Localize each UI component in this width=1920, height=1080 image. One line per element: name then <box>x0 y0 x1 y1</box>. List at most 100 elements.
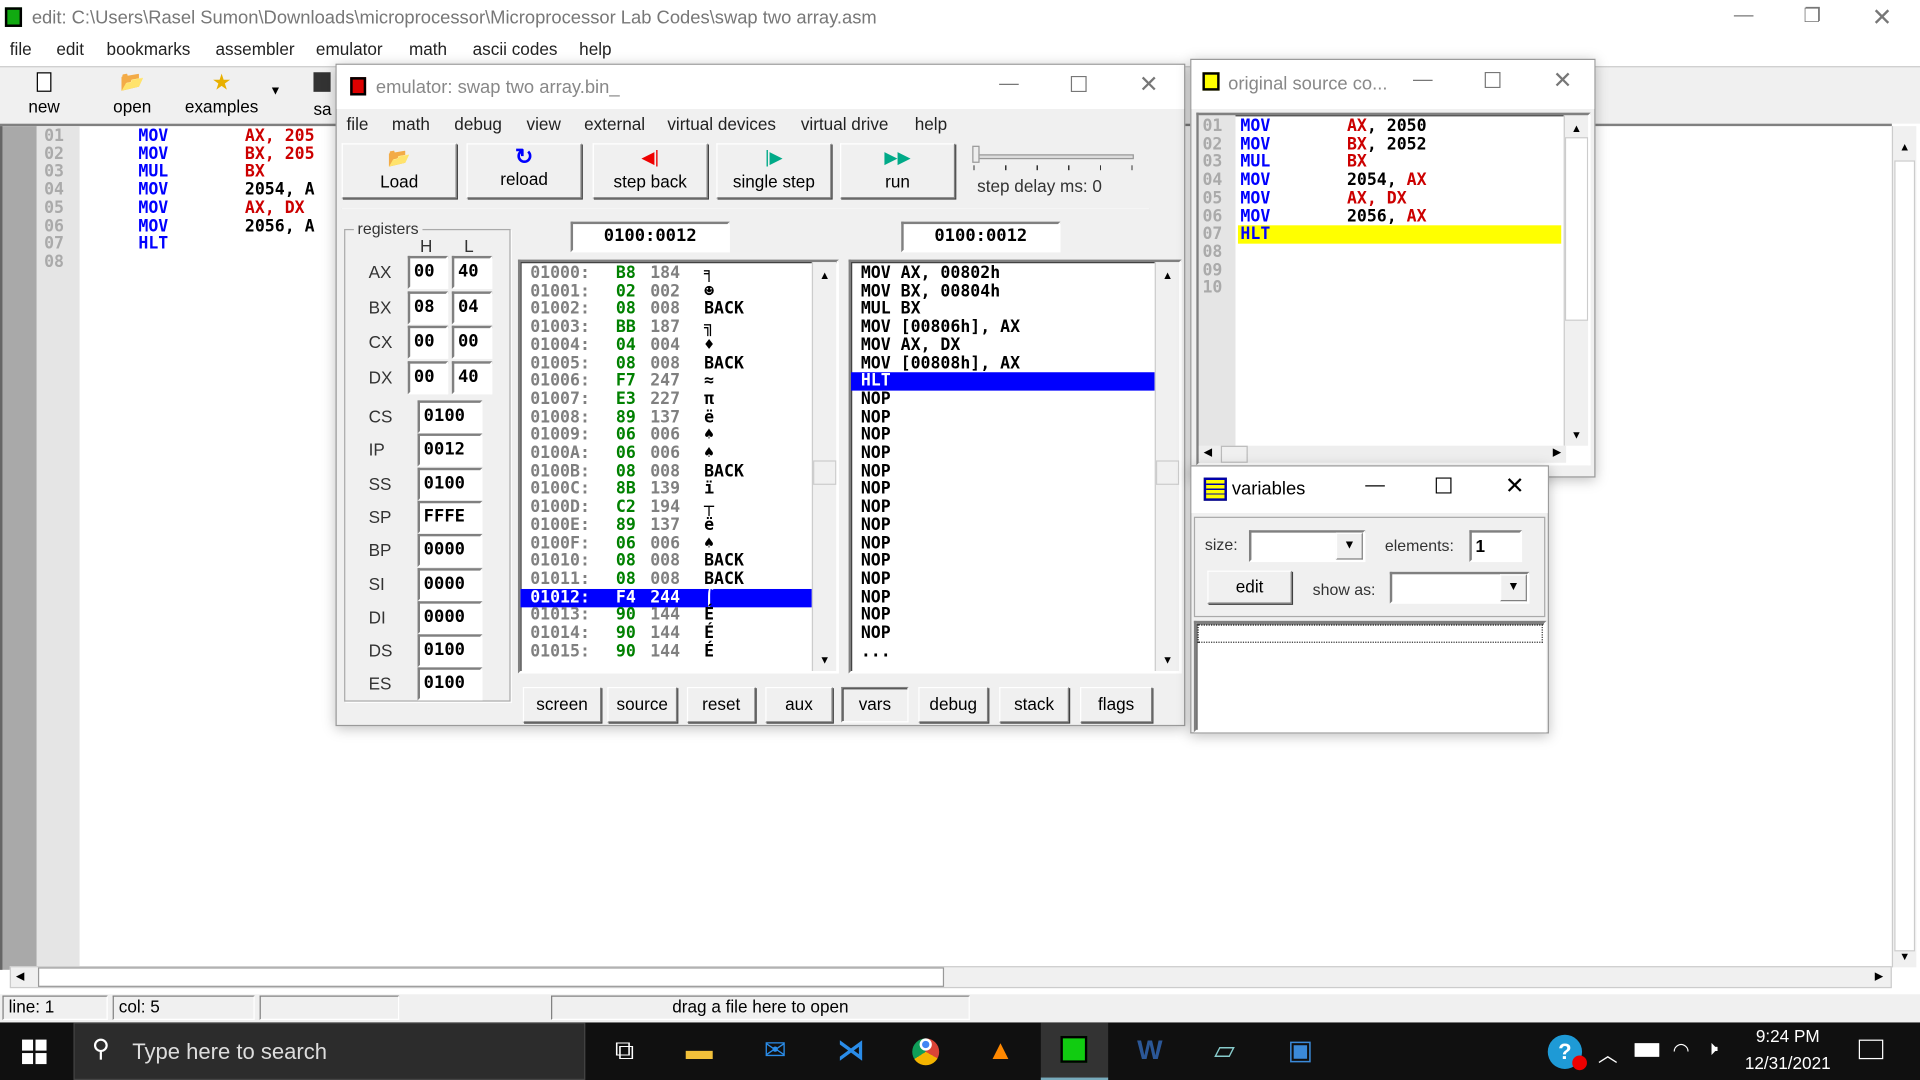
bottom-button-source[interactable]: source <box>607 686 678 723</box>
disasm-row[interactable]: MOV [00806h], AX <box>851 318 1155 336</box>
bottom-button-reset[interactable]: reset <box>686 686 756 723</box>
photos-icon[interactable]: ▣ <box>1280 1031 1322 1070</box>
taskbar-search-box[interactable]: ⚲ Type here to search <box>73 1022 586 1080</box>
notification-center-icon[interactable] <box>1858 1039 1884 1060</box>
memory-row[interactable]: 01015: 90 144 É <box>520 642 811 660</box>
editor-vertical-scrollbar[interactable]: ▲ ▼ <box>1891 126 1917 968</box>
source-close-button[interactable]: ✕ <box>1550 67 1574 95</box>
step-delay-slider[interactable] <box>972 145 1134 163</box>
menu-emulator[interactable]: emulator <box>316 39 383 59</box>
close-button[interactable]: ✕ <box>1870 2 1894 33</box>
disasm-row[interactable]: NOP <box>851 606 1155 624</box>
bottom-button-debug[interactable]: debug <box>918 686 989 723</box>
menu-ascii-codes[interactable]: ascii codes <box>473 39 558 59</box>
memory-row[interactable]: 0100A: 06 006 ♠ <box>520 444 811 462</box>
variables-maximize-button[interactable]: ☐ <box>1431 474 1455 500</box>
memory-address-field[interactable]: 0100:0012 <box>570 221 730 253</box>
disasm-row[interactable]: NOP <box>851 588 1155 606</box>
menu-help[interactable]: help <box>579 39 611 59</box>
word-icon[interactable]: W <box>1129 1031 1171 1070</box>
disasm-row[interactable]: NOP <box>851 516 1155 534</box>
battery-icon[interactable] <box>1634 1043 1660 1057</box>
load-button[interactable]: 📂 Load <box>341 143 457 199</box>
open-button[interactable]: 📂 open <box>105 70 159 116</box>
disasm-row[interactable]: MOV BX, 00804h <box>851 282 1155 300</box>
memory-row[interactable]: 01009: 06 006 ♠ <box>520 426 811 444</box>
scroll-thumb[interactable] <box>1894 160 1916 952</box>
register-low-byte[interactable]: 40 <box>451 255 493 289</box>
memory-row[interactable]: 0100B: 08 008 BACK <box>520 462 811 480</box>
emulator-minimize-button[interactable]: — <box>997 73 1021 95</box>
memory-row[interactable]: 0100C: 8B 139 ï <box>520 480 811 498</box>
register-low-byte[interactable]: 04 <box>451 290 493 324</box>
mail-icon[interactable]: ✉ <box>754 1031 796 1070</box>
emu-menu-external[interactable]: external <box>584 114 645 134</box>
show-as-combobox[interactable]: ▼ <box>1389 571 1530 604</box>
chrome-icon[interactable] <box>905 1031 947 1070</box>
new-button[interactable]: new <box>17 70 71 116</box>
register-low-byte[interactable]: 00 <box>451 325 493 359</box>
memory-row[interactable]: 01007: E3 227 π <box>520 390 811 408</box>
restore-button[interactable]: ❐ <box>1800 4 1824 28</box>
memory-row[interactable]: 0100F: 06 006 ♠ <box>520 534 811 552</box>
memory-row[interactable]: 01005: 08 008 BACK <box>520 354 811 372</box>
memory-row[interactable]: 01003: BB 187 ╗ <box>520 318 811 336</box>
register-value[interactable]: 0012 <box>417 433 483 467</box>
emu-menu-view[interactable]: view <box>527 114 561 134</box>
windows-start-icon[interactable] <box>22 1039 47 1065</box>
memory-row[interactable]: 01014: 90 144 É <box>520 624 811 642</box>
disasm-row[interactable]: NOP <box>851 390 1155 408</box>
disasm-row[interactable]: NOP <box>851 462 1155 480</box>
disasm-row[interactable]: MUL BX <box>851 300 1155 318</box>
register-value[interactable]: 0100 <box>417 634 483 668</box>
run-button[interactable]: ▶▶ run <box>840 143 956 199</box>
register-low-byte[interactable]: 40 <box>451 360 493 394</box>
memory-scroll-thumb[interactable] <box>813 460 837 485</box>
emulator-close-button[interactable]: ✕ <box>1136 71 1160 99</box>
show-hidden-icons-chevron[interactable]: ︿ <box>1598 1038 1618 1067</box>
menu-file[interactable]: file <box>10 39 32 59</box>
disasm-row[interactable]: NOP <box>851 480 1155 498</box>
bottom-button-vars[interactable]: vars <box>841 686 909 723</box>
register-value[interactable]: FFFE <box>417 500 483 534</box>
disasm-address-field[interactable]: 0100:0012 <box>901 221 1061 253</box>
memory-row[interactable]: 01011: 08 008 BACK <box>520 570 811 588</box>
disasm-row[interactable]: NOP <box>851 426 1155 444</box>
reload-button[interactable]: ↻ reload <box>466 143 582 199</box>
disasm-row[interactable]: NOP <box>851 534 1155 552</box>
register-value[interactable]: 0000 <box>417 567 483 601</box>
file-explorer-icon[interactable]: ▬ <box>678 1031 720 1070</box>
save-button[interactable]: sa <box>313 72 337 119</box>
variables-minimize-button[interactable]: — <box>1363 475 1387 497</box>
edit-button[interactable]: edit <box>1207 570 1292 604</box>
memory-scrollbar[interactable]: ▲ ▼ <box>811 262 837 672</box>
register-high-byte[interactable]: 00 <box>407 360 449 394</box>
disasm-row[interactable]: NOP <box>851 570 1155 588</box>
emu-menu-math[interactable]: math <box>392 114 430 134</box>
memory-row[interactable]: 01002: 08 008 BACK <box>520 300 811 318</box>
source-minimize-button[interactable]: — <box>1411 70 1435 92</box>
disasm-scrollbar[interactable]: ▲ ▼ <box>1154 262 1180 672</box>
memory-row[interactable]: 0100E: 89 137 ë <box>520 516 811 534</box>
menu-bookmarks[interactable]: bookmarks <box>107 39 191 59</box>
register-high-byte[interactable]: 00 <box>407 325 449 359</box>
size-combobox[interactable]: ▼ <box>1248 530 1366 563</box>
source-maximize-button[interactable]: ☐ <box>1480 69 1504 95</box>
menu-assembler[interactable]: assembler <box>216 39 295 59</box>
register-value[interactable]: 0000 <box>417 600 483 635</box>
emu-menu-virtual-drive[interactable]: virtual drive <box>801 114 889 134</box>
editor-horizontal-scrollbar[interactable]: ◀ ▶ <box>9 966 1892 989</box>
vscode-icon[interactable]: ⋊ <box>830 1031 872 1070</box>
examples-dropdown-icon[interactable]: ▼ <box>269 84 281 97</box>
emu-menu-debug[interactable]: debug <box>454 114 502 134</box>
bottom-button-flags[interactable]: flags <box>1080 686 1153 723</box>
memory-row[interactable]: 01006: F7 247 ≈ <box>520 372 811 390</box>
disasm-row[interactable]: MOV AX, 00802h <box>851 264 1155 282</box>
notepad-icon[interactable]: ▱ <box>1204 1031 1246 1070</box>
clock-date[interactable]: 12/31/2021 <box>1739 1053 1837 1073</box>
emu-menu-help[interactable]: help <box>915 114 947 134</box>
disasm-row[interactable]: NOP <box>851 624 1155 642</box>
disasm-row[interactable]: NOP <box>851 444 1155 462</box>
emu-menu-virtual-devices[interactable]: virtual devices <box>667 114 776 134</box>
memory-row[interactable]: 0100D: C2 194 ┬ <box>520 498 811 516</box>
